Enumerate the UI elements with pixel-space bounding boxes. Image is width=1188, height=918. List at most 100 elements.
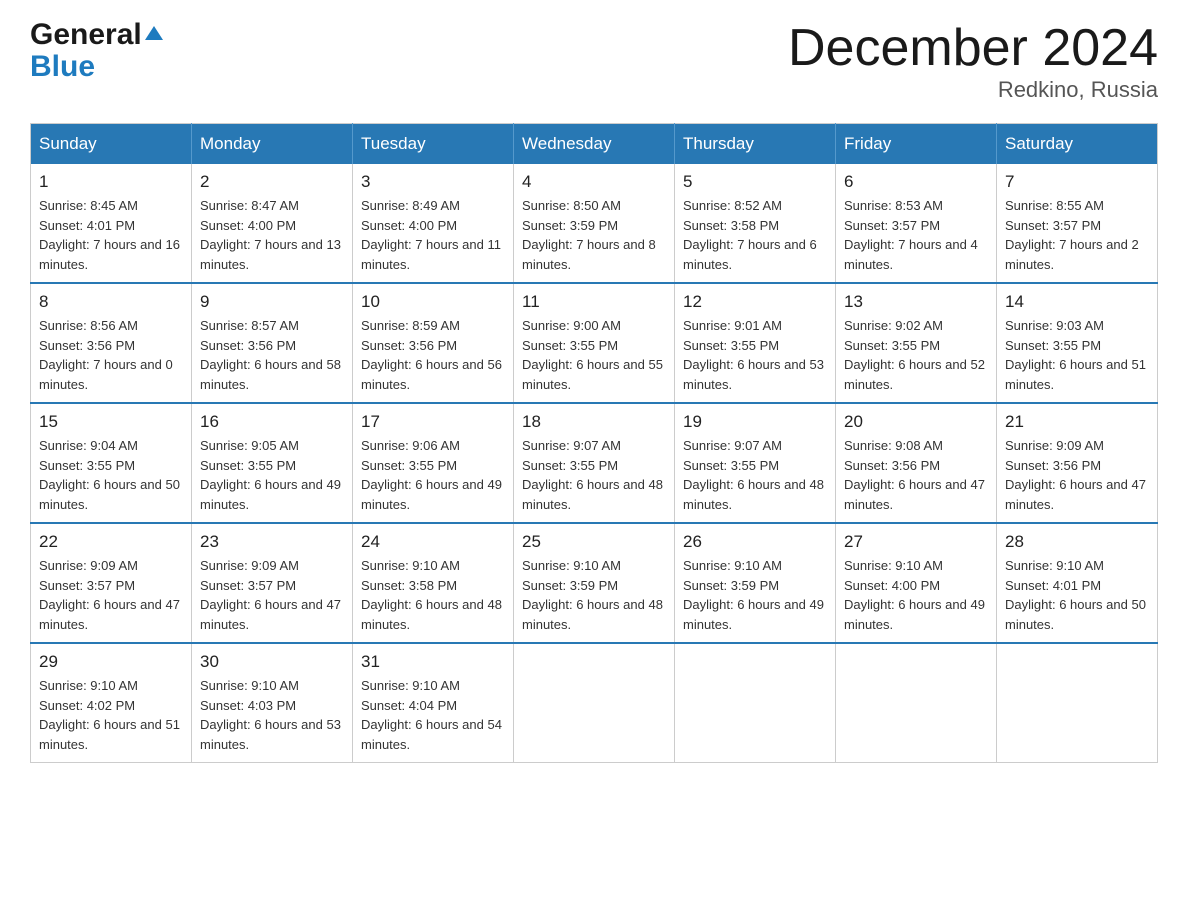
day-number: 4 bbox=[522, 172, 666, 192]
day-info: Sunrise: 8:56 AMSunset: 3:56 PMDaylight:… bbox=[39, 316, 183, 394]
day-number: 28 bbox=[1005, 532, 1149, 552]
day-cell bbox=[997, 643, 1158, 763]
day-info: Sunrise: 9:10 AMSunset: 3:59 PMDaylight:… bbox=[522, 556, 666, 634]
week-row-2: 8 Sunrise: 8:56 AMSunset: 3:56 PMDayligh… bbox=[31, 283, 1158, 403]
header-sunday: Sunday bbox=[31, 124, 192, 165]
day-cell: 21 Sunrise: 9:09 AMSunset: 3:56 PMDaylig… bbox=[997, 403, 1158, 523]
day-number: 16 bbox=[200, 412, 344, 432]
day-cell: 13 Sunrise: 9:02 AMSunset: 3:55 PMDaylig… bbox=[836, 283, 997, 403]
day-info: Sunrise: 9:07 AMSunset: 3:55 PMDaylight:… bbox=[683, 436, 827, 514]
day-info: Sunrise: 9:09 AMSunset: 3:57 PMDaylight:… bbox=[39, 556, 183, 634]
day-info: Sunrise: 9:10 AMSunset: 3:59 PMDaylight:… bbox=[683, 556, 827, 634]
day-number: 10 bbox=[361, 292, 505, 312]
day-number: 12 bbox=[683, 292, 827, 312]
week-row-4: 22 Sunrise: 9:09 AMSunset: 3:57 PMDaylig… bbox=[31, 523, 1158, 643]
day-cell bbox=[836, 643, 997, 763]
logo-triangle-icon bbox=[145, 26, 163, 40]
day-info: Sunrise: 9:02 AMSunset: 3:55 PMDaylight:… bbox=[844, 316, 988, 394]
day-info: Sunrise: 9:03 AMSunset: 3:55 PMDaylight:… bbox=[1005, 316, 1149, 394]
week-row-3: 15 Sunrise: 9:04 AMSunset: 3:55 PMDaylig… bbox=[31, 403, 1158, 523]
day-number: 20 bbox=[844, 412, 988, 432]
day-number: 25 bbox=[522, 532, 666, 552]
day-info: Sunrise: 9:10 AMSunset: 4:00 PMDaylight:… bbox=[844, 556, 988, 634]
day-number: 5 bbox=[683, 172, 827, 192]
day-number: 24 bbox=[361, 532, 505, 552]
day-cell: 31 Sunrise: 9:10 AMSunset: 4:04 PMDaylig… bbox=[353, 643, 514, 763]
day-info: Sunrise: 9:06 AMSunset: 3:55 PMDaylight:… bbox=[361, 436, 505, 514]
day-cell: 5 Sunrise: 8:52 AMSunset: 3:58 PMDayligh… bbox=[675, 164, 836, 283]
day-cell: 8 Sunrise: 8:56 AMSunset: 3:56 PMDayligh… bbox=[31, 283, 192, 403]
day-number: 15 bbox=[39, 412, 183, 432]
calendar-subtitle: Redkino, Russia bbox=[788, 77, 1158, 103]
page-header: General Blue December 2024 Redkino, Russ… bbox=[30, 20, 1158, 103]
calendar-title: December 2024 bbox=[788, 20, 1158, 77]
day-number: 26 bbox=[683, 532, 827, 552]
logo: General Blue bbox=[30, 20, 163, 84]
day-info: Sunrise: 8:50 AMSunset: 3:59 PMDaylight:… bbox=[522, 196, 666, 274]
day-number: 11 bbox=[522, 292, 666, 312]
header-monday: Monday bbox=[192, 124, 353, 165]
day-cell: 24 Sunrise: 9:10 AMSunset: 3:58 PMDaylig… bbox=[353, 523, 514, 643]
day-info: Sunrise: 9:04 AMSunset: 3:55 PMDaylight:… bbox=[39, 436, 183, 514]
week-row-1: 1 Sunrise: 8:45 AMSunset: 4:01 PMDayligh… bbox=[31, 164, 1158, 283]
day-number: 14 bbox=[1005, 292, 1149, 312]
day-info: Sunrise: 9:10 AMSunset: 4:02 PMDaylight:… bbox=[39, 676, 183, 754]
day-cell: 1 Sunrise: 8:45 AMSunset: 4:01 PMDayligh… bbox=[31, 164, 192, 283]
day-cell: 10 Sunrise: 8:59 AMSunset: 3:56 PMDaylig… bbox=[353, 283, 514, 403]
day-number: 6 bbox=[844, 172, 988, 192]
day-cell: 17 Sunrise: 9:06 AMSunset: 3:55 PMDaylig… bbox=[353, 403, 514, 523]
day-info: Sunrise: 9:08 AMSunset: 3:56 PMDaylight:… bbox=[844, 436, 988, 514]
day-info: Sunrise: 8:52 AMSunset: 3:58 PMDaylight:… bbox=[683, 196, 827, 274]
day-cell: 4 Sunrise: 8:50 AMSunset: 3:59 PMDayligh… bbox=[514, 164, 675, 283]
day-number: 27 bbox=[844, 532, 988, 552]
day-number: 29 bbox=[39, 652, 183, 672]
day-info: Sunrise: 8:49 AMSunset: 4:00 PMDaylight:… bbox=[361, 196, 505, 274]
day-number: 17 bbox=[361, 412, 505, 432]
day-info: Sunrise: 9:05 AMSunset: 3:55 PMDaylight:… bbox=[200, 436, 344, 514]
header-thursday: Thursday bbox=[675, 124, 836, 165]
day-cell: 25 Sunrise: 9:10 AMSunset: 3:59 PMDaylig… bbox=[514, 523, 675, 643]
day-cell: 14 Sunrise: 9:03 AMSunset: 3:55 PMDaylig… bbox=[997, 283, 1158, 403]
day-number: 19 bbox=[683, 412, 827, 432]
day-cell: 22 Sunrise: 9:09 AMSunset: 3:57 PMDaylig… bbox=[31, 523, 192, 643]
day-cell: 12 Sunrise: 9:01 AMSunset: 3:55 PMDaylig… bbox=[675, 283, 836, 403]
day-number: 22 bbox=[39, 532, 183, 552]
day-info: Sunrise: 9:00 AMSunset: 3:55 PMDaylight:… bbox=[522, 316, 666, 394]
day-cell: 11 Sunrise: 9:00 AMSunset: 3:55 PMDaylig… bbox=[514, 283, 675, 403]
day-cell: 23 Sunrise: 9:09 AMSunset: 3:57 PMDaylig… bbox=[192, 523, 353, 643]
day-number: 13 bbox=[844, 292, 988, 312]
day-info: Sunrise: 9:10 AMSunset: 3:58 PMDaylight:… bbox=[361, 556, 505, 634]
day-info: Sunrise: 9:09 AMSunset: 3:56 PMDaylight:… bbox=[1005, 436, 1149, 514]
header-row: SundayMondayTuesdayWednesdayThursdayFrid… bbox=[31, 124, 1158, 165]
day-number: 3 bbox=[361, 172, 505, 192]
day-info: Sunrise: 9:10 AMSunset: 4:03 PMDaylight:… bbox=[200, 676, 344, 754]
day-cell: 15 Sunrise: 9:04 AMSunset: 3:55 PMDaylig… bbox=[31, 403, 192, 523]
day-info: Sunrise: 9:09 AMSunset: 3:57 PMDaylight:… bbox=[200, 556, 344, 634]
day-info: Sunrise: 8:53 AMSunset: 3:57 PMDaylight:… bbox=[844, 196, 988, 274]
day-number: 21 bbox=[1005, 412, 1149, 432]
title-section: December 2024 Redkino, Russia bbox=[788, 20, 1158, 103]
day-cell: 20 Sunrise: 9:08 AMSunset: 3:56 PMDaylig… bbox=[836, 403, 997, 523]
day-cell bbox=[514, 643, 675, 763]
day-cell: 19 Sunrise: 9:07 AMSunset: 3:55 PMDaylig… bbox=[675, 403, 836, 523]
day-info: Sunrise: 8:57 AMSunset: 3:56 PMDaylight:… bbox=[200, 316, 344, 394]
day-number: 2 bbox=[200, 172, 344, 192]
day-info: Sunrise: 9:10 AMSunset: 4:04 PMDaylight:… bbox=[361, 676, 505, 754]
calendar-table: SundayMondayTuesdayWednesdayThursdayFrid… bbox=[30, 123, 1158, 763]
day-cell: 2 Sunrise: 8:47 AMSunset: 4:00 PMDayligh… bbox=[192, 164, 353, 283]
day-cell: 27 Sunrise: 9:10 AMSunset: 4:00 PMDaylig… bbox=[836, 523, 997, 643]
day-number: 23 bbox=[200, 532, 344, 552]
day-number: 1 bbox=[39, 172, 183, 192]
header-friday: Friday bbox=[836, 124, 997, 165]
day-number: 31 bbox=[361, 652, 505, 672]
day-number: 18 bbox=[522, 412, 666, 432]
day-cell: 29 Sunrise: 9:10 AMSunset: 4:02 PMDaylig… bbox=[31, 643, 192, 763]
day-cell: 3 Sunrise: 8:49 AMSunset: 4:00 PMDayligh… bbox=[353, 164, 514, 283]
day-cell: 7 Sunrise: 8:55 AMSunset: 3:57 PMDayligh… bbox=[997, 164, 1158, 283]
day-cell: 16 Sunrise: 9:05 AMSunset: 3:55 PMDaylig… bbox=[192, 403, 353, 523]
week-row-5: 29 Sunrise: 9:10 AMSunset: 4:02 PMDaylig… bbox=[31, 643, 1158, 763]
day-info: Sunrise: 8:47 AMSunset: 4:00 PMDaylight:… bbox=[200, 196, 344, 274]
header-wednesday: Wednesday bbox=[514, 124, 675, 165]
day-info: Sunrise: 9:01 AMSunset: 3:55 PMDaylight:… bbox=[683, 316, 827, 394]
logo-blue-text: Blue bbox=[30, 50, 95, 84]
